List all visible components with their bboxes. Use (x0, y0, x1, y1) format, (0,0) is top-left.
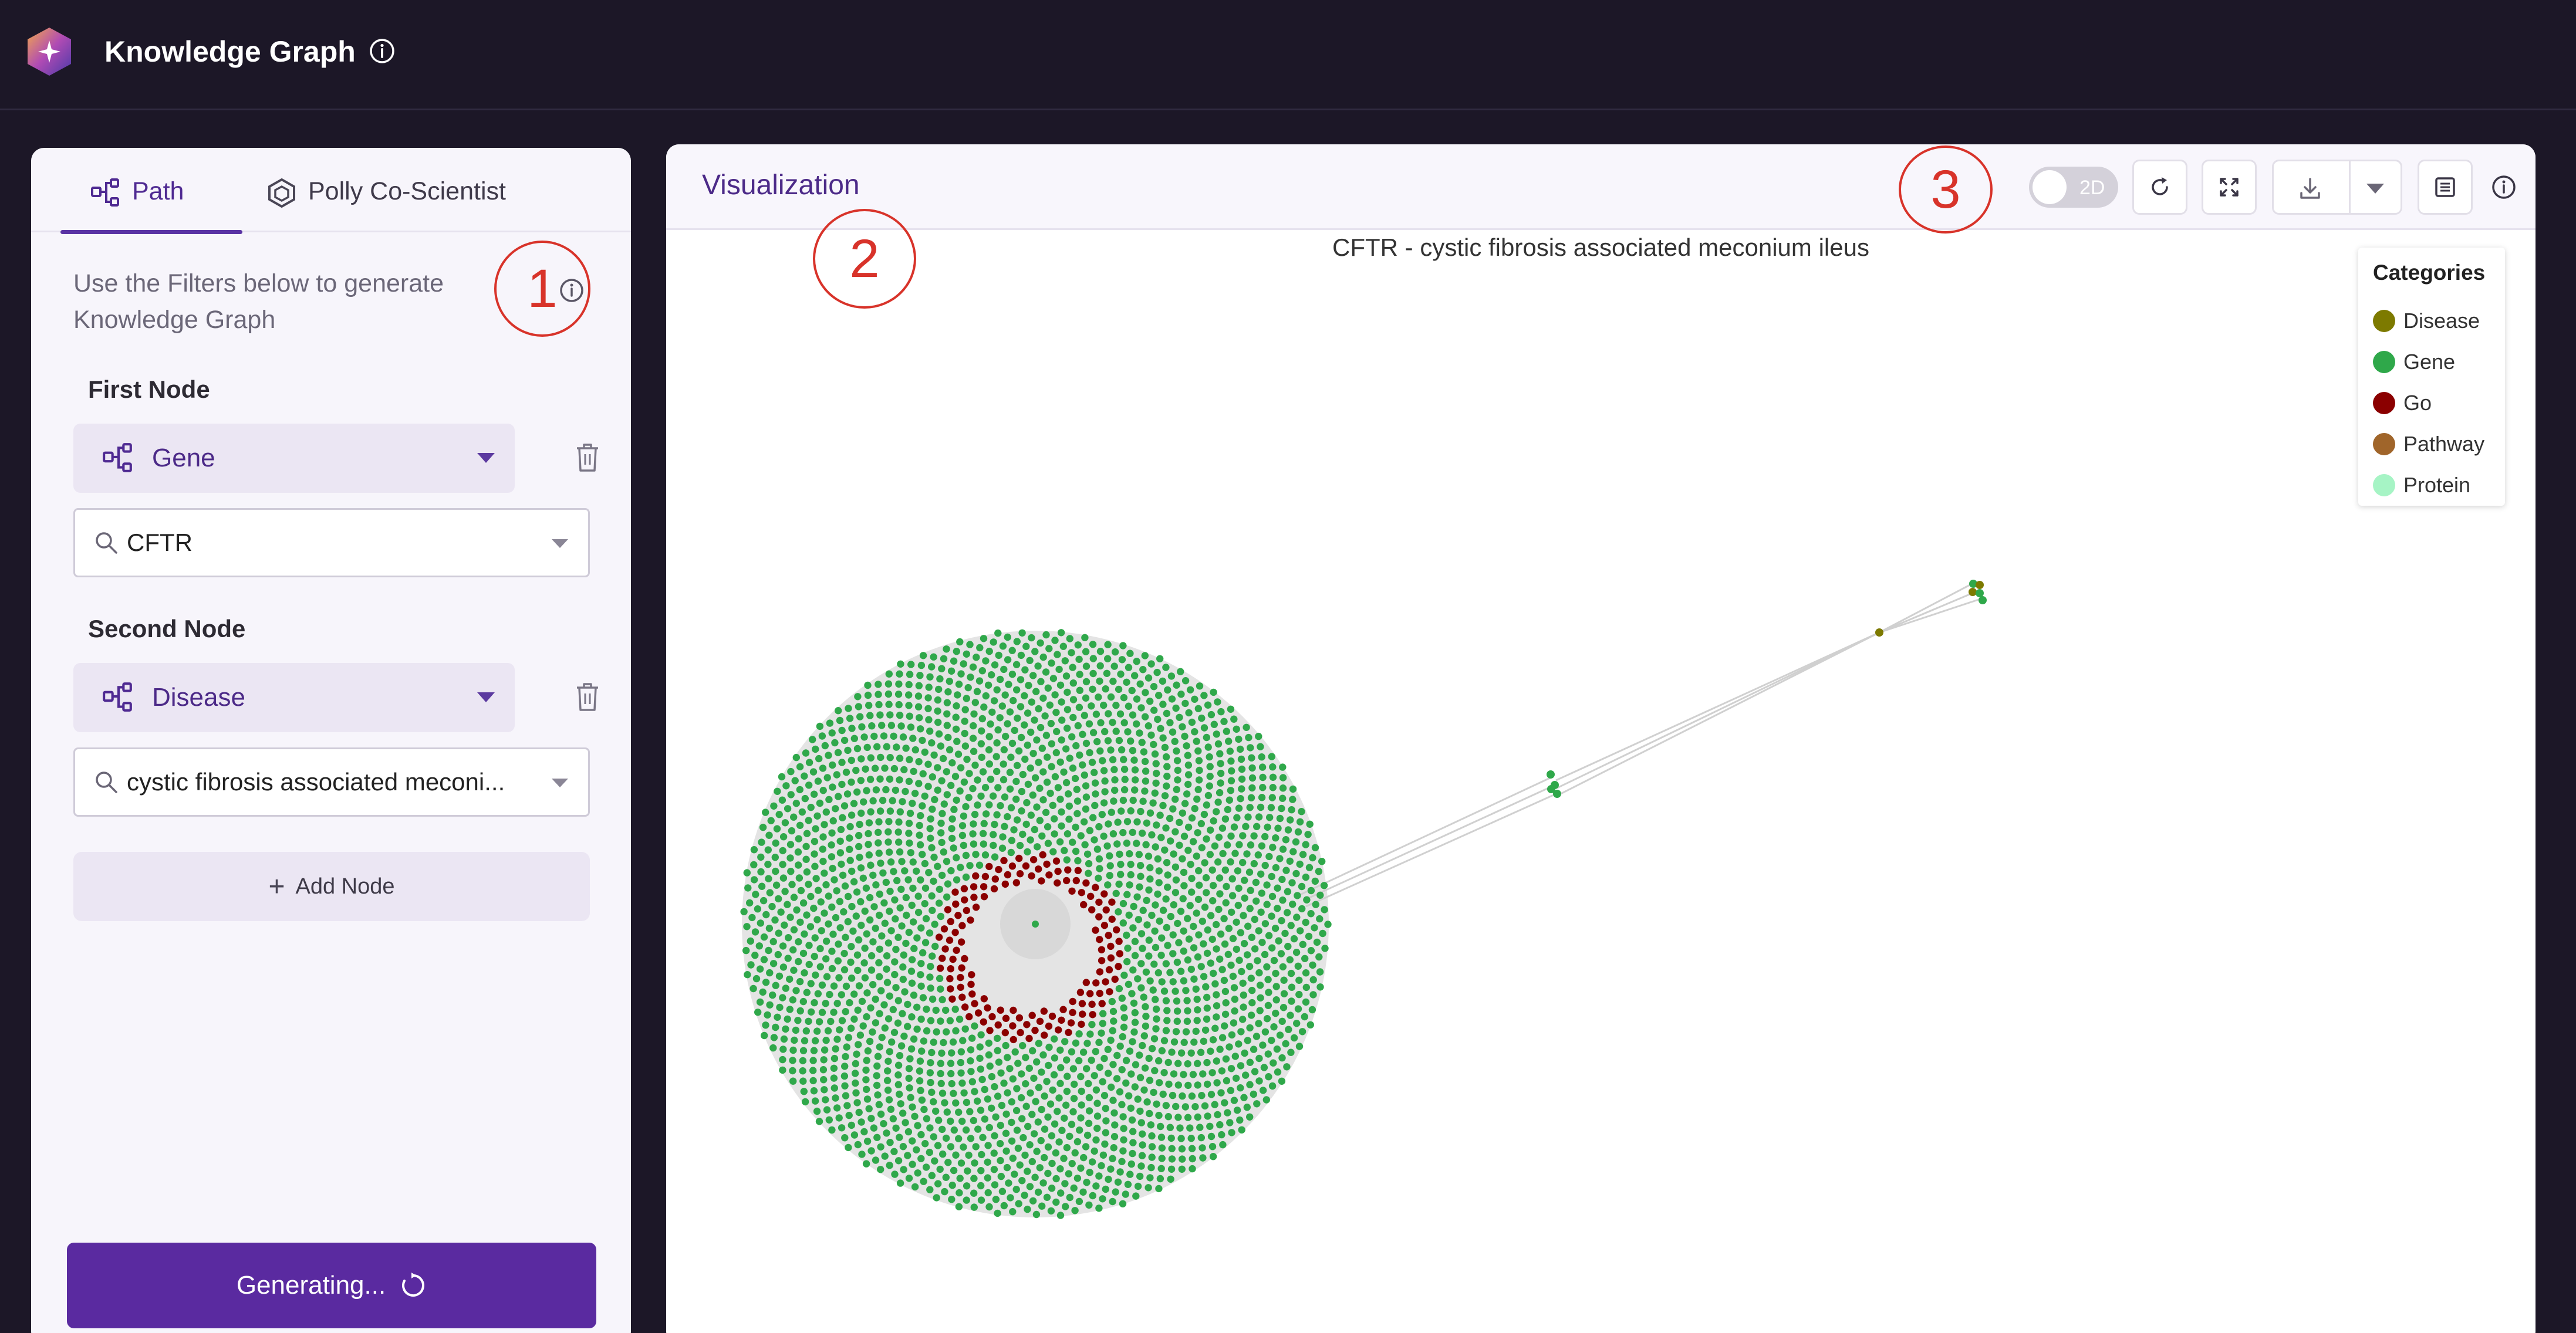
add-node-button[interactable]: + Add Node (73, 852, 590, 921)
second-node-label: Second Node (88, 615, 246, 642)
visualization-header: Visualization 2D (666, 144, 2536, 230)
legend-dot (2373, 310, 2395, 332)
table-icon (2435, 177, 2455, 197)
legend-item-pathway: Pathway (2373, 424, 2505, 465)
first-node-category-select[interactable]: Gene (73, 424, 515, 493)
search-icon (96, 772, 117, 793)
first-node-label: First Node (88, 375, 210, 403)
chevron-down-icon[interactable] (552, 539, 568, 548)
knowledge-graph-canvas[interactable] (666, 232, 2536, 1333)
legend-dot (2373, 351, 2395, 373)
co-scientist-icon (268, 178, 295, 208)
divider (2349, 161, 2351, 213)
legend-item-disease: Disease (2373, 300, 2505, 341)
search-icon (96, 532, 117, 554)
legend-label: Gene (2403, 350, 2456, 374)
generate-button-label: Generating... (236, 1271, 386, 1300)
second-node-category-select[interactable]: Disease (73, 663, 515, 732)
annotation-3: 3 (1899, 146, 1993, 234)
chevron-down-icon (477, 692, 495, 702)
fit-screen-button[interactable] (2202, 160, 2257, 215)
tab-polly-co-scientist[interactable]: Polly Co-Scientist (266, 177, 548, 232)
trash-icon[interactable] (572, 441, 603, 474)
generate-button[interactable]: Generating... (67, 1243, 596, 1328)
plus-icon: + (268, 871, 285, 902)
loading-spinner-icon (402, 1273, 425, 1297)
tab-bar: Path Polly Co-Scientist (31, 148, 631, 234)
legend-dot (2373, 474, 2395, 496)
legend-item-gene: Gene (2373, 341, 2505, 383)
node-type-icon (103, 443, 132, 472)
legend-dot (2373, 392, 2395, 414)
info-icon[interactable] (369, 38, 396, 65)
visualization-panel: Visualization 2D CFTR - cystic fibrosis … (666, 144, 2536, 1333)
chevron-down-icon[interactable] (552, 779, 568, 787)
second-node-search-input[interactable]: cystic fibrosis associated meconi... (73, 747, 590, 817)
first-node-search-input[interactable]: CFTR (73, 508, 590, 577)
chevron-down-icon (477, 453, 495, 463)
download-button-group[interactable] (2272, 160, 2402, 215)
legend-item-go: Go (2373, 383, 2505, 424)
chevron-down-icon[interactable] (2366, 184, 2384, 194)
tab-path-label: Path (132, 177, 184, 205)
info-icon[interactable] (2490, 174, 2517, 201)
categories-legend: Categories Disease Gene Go Pathway Prote… (2358, 248, 2505, 506)
visualization-title: Visualization (702, 170, 860, 201)
tab-path[interactable]: Path (60, 177, 242, 234)
first-node-category-value: Gene (152, 444, 215, 472)
annotation-2: 2 (813, 209, 916, 309)
legend-label: Protein (2403, 473, 2471, 497)
table-view-button[interactable] (2418, 160, 2473, 215)
top-bar: Knowledge Graph (0, 0, 2576, 110)
toggle-knob (2033, 170, 2067, 204)
legend-label: Go (2403, 391, 2432, 415)
node-type-icon (103, 682, 132, 712)
legend-label: Pathway (2403, 432, 2485, 456)
2d-3d-toggle[interactable]: 2D (2029, 167, 2118, 208)
app-title: Knowledge Graph (104, 35, 356, 68)
second-node-category-value: Disease (152, 683, 245, 712)
annotation-1: 1 (494, 241, 590, 337)
legend-item-protein: Protein (2373, 465, 2505, 506)
second-node-search-value: cystic fibrosis associated meconi... (127, 768, 505, 796)
trash-icon[interactable] (572, 681, 603, 713)
first-node-search-value: CFTR (127, 529, 193, 556)
toggle-label: 2D (2079, 177, 2105, 199)
legend-label: Disease (2403, 309, 2480, 333)
add-node-label: Add Node (295, 874, 395, 899)
app-logo-icon[interactable] (26, 26, 72, 77)
reset-button[interactable] (2132, 160, 2187, 215)
legend-dot (2373, 433, 2395, 455)
tab-polly-co-scientist-label: Polly Co-Scientist (308, 177, 506, 205)
legend-title: Categories (2373, 260, 2486, 285)
refresh-icon (2152, 177, 2168, 195)
filter-description: Use the Filters below to generate Knowle… (73, 269, 444, 334)
path-graph-icon (91, 178, 119, 207)
download-icon[interactable] (2297, 175, 2323, 201)
graph-title: CFTR - cystic fibrosis associated meconi… (1332, 234, 1869, 261)
fit-screen-icon (2220, 178, 2239, 197)
